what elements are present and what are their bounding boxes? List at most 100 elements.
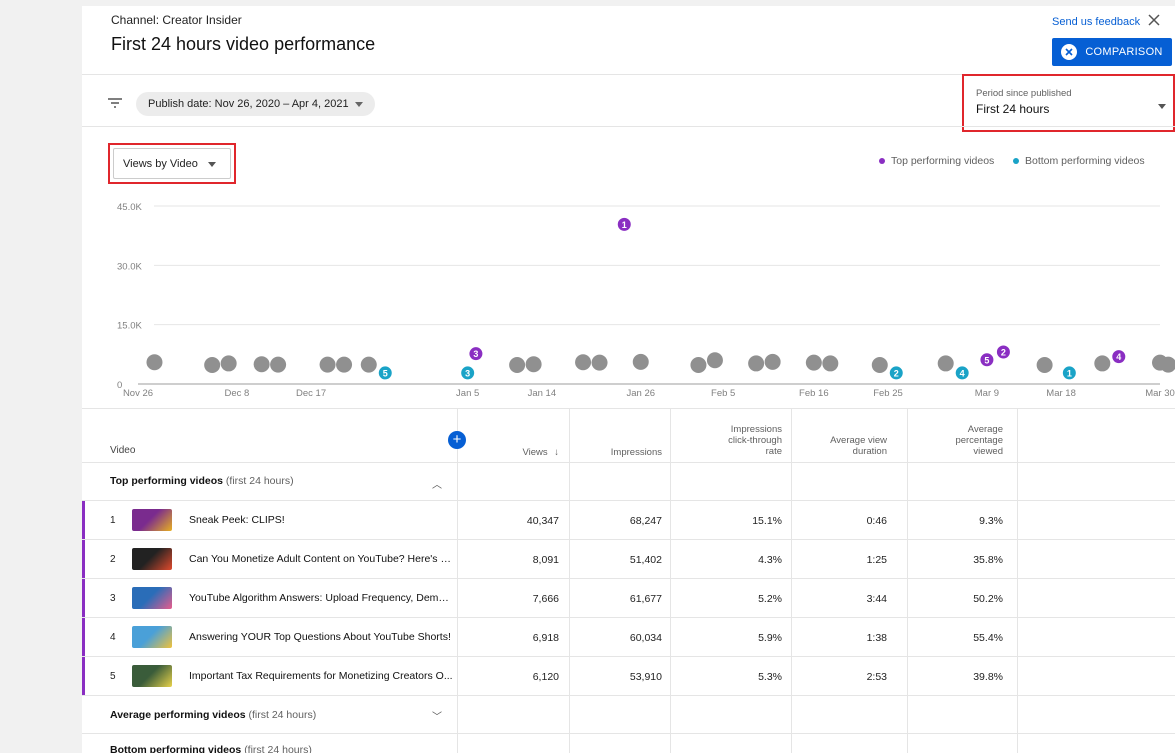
data-point xyxy=(632,353,649,370)
x-tick-label: Jan 26 xyxy=(626,388,655,399)
x-tick-label: Dec 17 xyxy=(296,388,326,399)
row-rank: 5 xyxy=(110,671,116,682)
chevron-down-icon[interactable]: ﹀ xyxy=(432,708,442,723)
views-scatter-chart: 45.0K 30.0K 15.0K 0Nov 26 Dec 8 Dec 17 Jan 5 Ja… xyxy=(117,202,1175,399)
column-header-ctr[interactable]: Impressions click-through rate xyxy=(672,424,782,457)
column-header-avg-percentage-viewed[interactable]: Average percentage viewed xyxy=(908,424,1003,457)
cell-impressions: 68,247 xyxy=(629,515,662,527)
group-header-bottom[interactable]: Bottom performing videos (first 24 hours… xyxy=(110,744,312,753)
video-title[interactable]: Important Tax Requirements for Monetizin… xyxy=(189,670,454,682)
video-title[interactable]: Answering YOUR Top Questions About YouTu… xyxy=(189,631,454,643)
cell-avg-view-duration: 1:38 xyxy=(866,632,887,644)
publish-date-label: Publish date: Nov 26, 2020 – Apr 4, 2021 xyxy=(148,98,349,110)
publish-date-filter-chip[interactable]: Publish date: Nov 26, 2020 – Apr 4, 2021 xyxy=(136,92,375,116)
table-row[interactable]: 1 Sneak Peek: CLIPS! 40,347 68,247 15.1% 0:46… xyxy=(82,501,1175,540)
cell-impressions: 51,402 xyxy=(629,554,662,566)
top-performer-accent xyxy=(82,540,85,578)
chevron-up-icon[interactable]: ︿ xyxy=(432,744,442,753)
chevron-up-icon[interactable]: ︿ xyxy=(432,476,442,491)
video-thumbnail[interactable] xyxy=(132,626,172,648)
cell-impressions: 60,034 xyxy=(629,632,662,644)
video-title[interactable]: YouTube Algorithm Answers: Upload Freque… xyxy=(189,592,454,604)
x-tick-label: Feb 5 xyxy=(711,388,735,399)
column-header-views[interactable]: Views ↓ xyxy=(482,447,559,458)
data-point xyxy=(706,352,723,369)
send-feedback-link[interactable]: Send us feedback xyxy=(1052,16,1140,28)
group-header-average[interactable]: Average performing videos (first 24 hour… xyxy=(110,709,316,721)
page-title: First 24 hours video performance xyxy=(111,34,376,54)
y-tick-label: 0 xyxy=(117,380,122,391)
data-point xyxy=(509,357,526,374)
add-column-icon[interactable]: + xyxy=(448,431,466,449)
data-point xyxy=(937,355,954,372)
cell-avg-percentage-viewed: 50.2% xyxy=(973,593,1003,605)
data-label: 3 xyxy=(473,349,478,359)
caret-down-icon xyxy=(208,162,216,167)
cell-ctr: 4.3% xyxy=(758,554,782,566)
y-tick-label: 15.0K xyxy=(117,321,142,332)
video-thumbnail[interactable] xyxy=(132,548,172,570)
report-panel: Channel: Creator Insider First 24 hours … xyxy=(82,6,1175,753)
divider xyxy=(82,408,1175,409)
y-tick-label: 45.0K xyxy=(117,202,142,213)
video-title[interactable]: Can You Monetize Adult Content on YouTub… xyxy=(189,553,454,565)
video-thumbnail[interactable] xyxy=(132,665,172,687)
column-header-impressions[interactable]: Impressions xyxy=(572,447,662,458)
y-tick-label: 30.0K xyxy=(117,261,142,272)
table-row[interactable]: 3 YouTube Algorithm Answers: Upload Frequ… xyxy=(82,579,1175,618)
data-label: 3 xyxy=(465,368,470,378)
video-title[interactable]: Sneak Peek: CLIPS! xyxy=(189,514,454,526)
table-row[interactable]: 4 Answering YOUR Top Questions About YouT… xyxy=(82,618,1175,657)
ctr-header-line: Impressions xyxy=(730,424,782,435)
video-thumbnail[interactable] xyxy=(132,587,172,609)
cell-ctr: 5.3% xyxy=(758,671,782,683)
legend-top: Top performing videos xyxy=(879,155,994,167)
group-title: Bottom performing videos xyxy=(110,744,242,753)
top-performer-accent xyxy=(82,501,85,539)
legend-label-bottom: Bottom performing videos xyxy=(1025,155,1145,167)
x-tick-label: Mar 18 xyxy=(1046,388,1076,399)
top-performer-accent xyxy=(82,579,85,617)
data-point xyxy=(146,354,163,371)
close-circle-icon xyxy=(1061,44,1078,60)
data-point xyxy=(575,354,592,371)
x-tick-label: Feb 25 xyxy=(873,388,903,399)
metric-select[interactable]: Views by Video xyxy=(113,148,231,179)
cell-views: 6,120 xyxy=(532,671,559,683)
data-point xyxy=(525,356,542,373)
ctr-header-line: rate xyxy=(765,446,782,457)
ctr-header-line: click-through xyxy=(728,435,782,446)
divider xyxy=(82,462,1175,463)
data-label: 5 xyxy=(984,355,989,365)
apv-header-line: viewed xyxy=(973,446,1003,457)
legend-swatch-bottom xyxy=(1013,158,1019,164)
cell-avg-view-duration: 0:46 xyxy=(866,515,887,527)
table-row[interactable]: 2 Can You Monetize Adult Content on YouTu… xyxy=(82,540,1175,579)
top-performer-accent xyxy=(82,657,85,695)
cell-views: 8,091 xyxy=(532,554,559,566)
data-point xyxy=(871,357,888,374)
x-tick-label: Jan 5 xyxy=(456,388,479,399)
apv-header-line: Average xyxy=(967,424,1003,435)
close-icon[interactable] xyxy=(1146,12,1162,28)
filter-icon[interactable] xyxy=(107,97,123,109)
group-subtitle: (first 24 hours) xyxy=(248,709,317,721)
cell-avg-percentage-viewed: 39.8% xyxy=(973,671,1003,683)
column-header-avg-view-duration[interactable]: Average view duration xyxy=(792,435,887,457)
comparison-label: COMPARISON xyxy=(1085,46,1163,58)
period-label: Period since published xyxy=(976,88,1072,99)
data-label: 5 xyxy=(383,368,388,378)
table-row[interactable]: 5 Important Tax Requirements for Monetizi… xyxy=(82,657,1175,696)
cell-ctr: 5.9% xyxy=(758,632,782,644)
cell-ctr: 15.1% xyxy=(752,515,782,527)
divider xyxy=(82,695,1175,696)
comparison-button[interactable]: COMPARISON xyxy=(1052,38,1172,66)
video-thumbnail[interactable] xyxy=(132,509,172,531)
caret-down-icon xyxy=(354,101,363,107)
cell-views: 6,918 xyxy=(532,632,559,644)
row-rank: 1 xyxy=(110,515,116,526)
data-point xyxy=(764,353,781,370)
top-performer-accent xyxy=(82,618,85,656)
row-rank: 3 xyxy=(110,593,116,604)
group-header-top[interactable]: Top performing videos (first 24 hours) xyxy=(110,475,294,487)
